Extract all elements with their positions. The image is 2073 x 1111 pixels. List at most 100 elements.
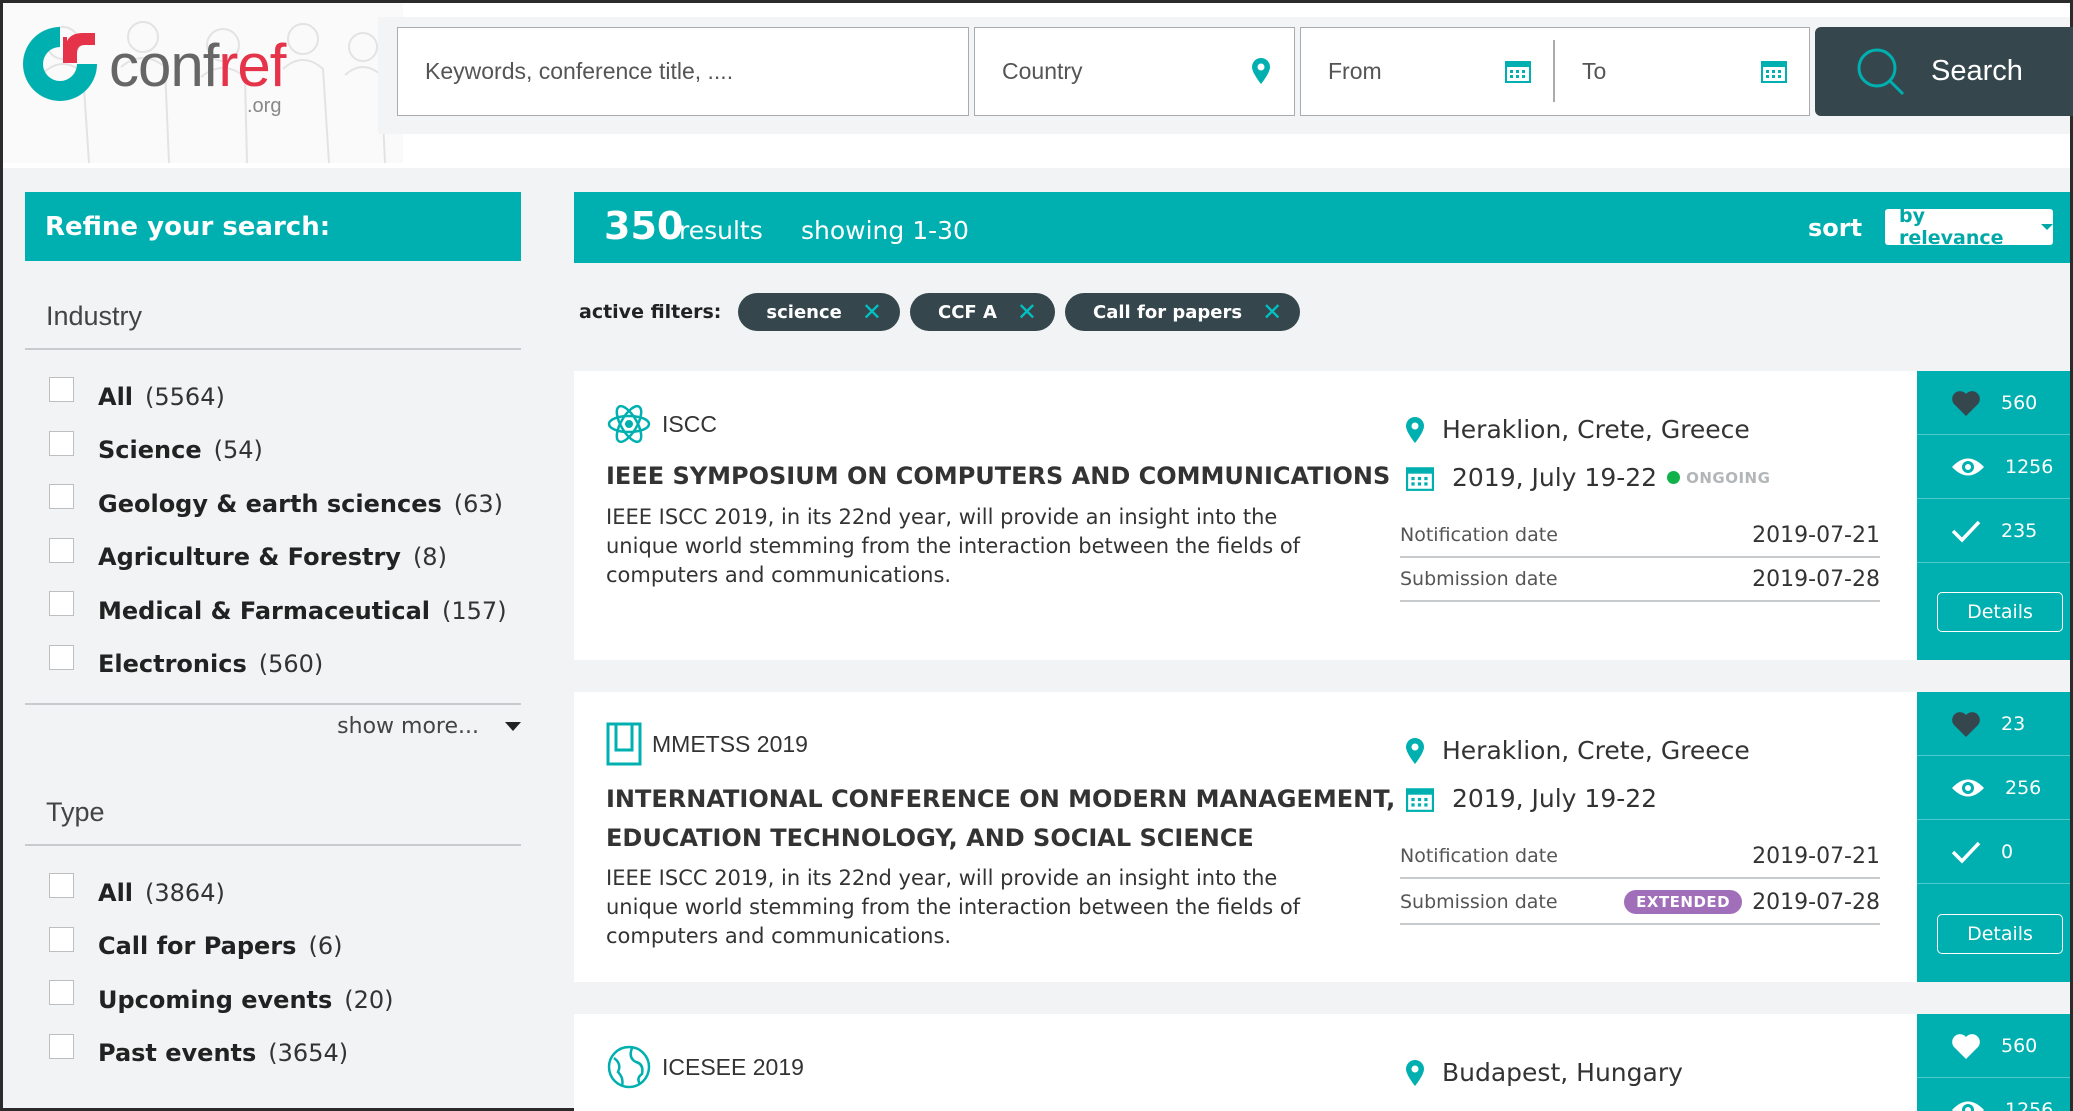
search-button-label: Search — [1931, 55, 2023, 87]
show-more-label: show more... — [337, 713, 479, 739]
card-stats: 560 1256 — [1917, 1014, 2070, 1111]
remove-filter-icon[interactable]: ✕ — [1262, 298, 1282, 326]
checkbox[interactable] — [49, 1033, 74, 1059]
eye-icon — [1952, 1101, 1984, 1111]
card-description: IEEE ISCC 2019, in its 22nd year, will p… — [606, 866, 1301, 948]
card-description: IEEE ISCC 2019, in its 22nd year, will p… — [606, 505, 1301, 587]
eye-icon — [1952, 779, 1984, 796]
keywords-placeholder: Keywords, conference title, .... — [425, 58, 734, 84]
search-button[interactable]: Search — [1815, 27, 2073, 116]
from-date-input[interactable]: From — [1301, 28, 1553, 114]
industry-option-agriculture[interactable]: Agriculture & Forestry (8) — [25, 531, 521, 585]
checks-stat: 0 — [1917, 820, 2070, 884]
from-placeholder: From — [1328, 57, 1382, 84]
results-range: showing 1-30 — [801, 216, 969, 245]
book-icon — [606, 722, 642, 766]
checkmark-icon — [1951, 520, 1981, 543]
status-badge: ONGOING — [1667, 469, 1770, 487]
card-acronym[interactable]: ISCC — [606, 401, 717, 447]
views-stat: 1256 — [1917, 1078, 2070, 1111]
active-filters-label: active filters: — [579, 301, 722, 323]
likes-stat[interactable]: 560 — [1917, 371, 2070, 435]
card-date: 2019, July 19-22 — [1406, 784, 1657, 813]
date-range-input: From To — [1300, 27, 1810, 116]
country-input[interactable]: Country — [974, 27, 1295, 116]
checkbox[interactable] — [49, 926, 74, 952]
likes-stat[interactable]: 560 — [1917, 1014, 2070, 1078]
header: confref .org Keywords, conference title,… — [3, 3, 2073, 168]
globe-icon — [607, 1045, 651, 1089]
checkbox[interactable] — [49, 873, 74, 899]
country-placeholder: Country — [1002, 58, 1083, 84]
heart-icon — [1952, 711, 1980, 737]
card-acronym[interactable]: ICESEE 2019 — [606, 1044, 804, 1090]
card-title[interactable]: IEEE SYMPOSIUM ON COMPUTERS AND COMMUNIC… — [606, 457, 1396, 496]
checkbox[interactable] — [49, 980, 74, 1006]
industry-option-all[interactable]: All (5564) — [25, 370, 521, 424]
views-stat: 1256 — [1917, 435, 2070, 499]
notification-date-row: Notification date 2019-07-21 — [1400, 835, 1880, 879]
card-location: Budapest, Hungary — [1406, 1058, 1683, 1087]
notification-date-row: Notification date 2019-07-21 — [1400, 514, 1880, 558]
caret-down-icon — [2041, 224, 2053, 230]
keywords-input[interactable]: Keywords, conference title, .... — [397, 27, 969, 116]
type-option-past[interactable]: Past events (3654) — [25, 1027, 521, 1081]
type-option-call-for-papers[interactable]: Call for Papers (6) — [25, 920, 521, 974]
checkbox[interactable] — [49, 644, 74, 670]
refine-sidebar: Refine your search: Industry All (5564) S… — [25, 192, 521, 1080]
checkbox[interactable] — [49, 430, 74, 456]
card-stats: 23 256 0 Details — [1917, 692, 2070, 982]
to-date-input[interactable]: To — [1555, 28, 1809, 114]
card-date: 2019, July 19-22 ONGOING — [1406, 463, 1770, 492]
logo-tld: .org — [247, 95, 282, 117]
extended-badge: EXTENDED — [1624, 890, 1743, 914]
location-pin-icon — [1406, 416, 1424, 443]
conference-card: ISCC IEEE SYMPOSIUM ON COMPUTERS AND COM… — [574, 371, 2070, 660]
checks-stat: 235 — [1917, 499, 2070, 563]
filter-chip-call-for-papers[interactable]: Call for papers ✕ — [1065, 293, 1301, 331]
likes-stat[interactable]: 23 — [1917, 692, 2070, 756]
eye-icon — [1952, 458, 1984, 475]
checkmark-icon — [1951, 841, 1981, 864]
submission-date-row: Submission date EXTENDED 2019-07-28 — [1400, 881, 1880, 925]
card-acronym[interactable]: MMETSS 2019 — [606, 722, 808, 766]
industry-option-science[interactable]: Science (54) — [25, 424, 521, 478]
details-button[interactable]: Details — [1937, 914, 2063, 954]
location-pin-icon — [1406, 1059, 1424, 1086]
card-title[interactable]: INTERNATIONAL CONFERENCE ON MODERN MANAG… — [606, 780, 1396, 858]
details-button[interactable]: Details — [1937, 592, 2063, 632]
results-count: 350 — [604, 204, 684, 248]
calendar-icon — [1505, 61, 1531, 83]
heart-icon — [1952, 1033, 1980, 1059]
type-option-upcoming[interactable]: Upcoming events (20) — [25, 973, 521, 1027]
industry-facet-list: All (5564) Science (54) Geology & earth sc… — [25, 350, 521, 691]
logo-wordmark: confref — [109, 32, 286, 99]
submission-date-row: Submission date 2019-07-28 — [1400, 558, 1880, 602]
checkbox[interactable] — [49, 591, 74, 617]
type-facet-list: All (3864) Call for Papers (6) Upcoming ev… — [25, 846, 521, 1080]
checkbox[interactable] — [49, 377, 74, 403]
checkbox[interactable] — [49, 484, 74, 510]
status-dot — [1667, 471, 1681, 484]
conference-card: ICESEE 2019 Budapest, Hungary 560 1256 — [574, 1014, 2070, 1111]
remove-filter-icon[interactable]: ✕ — [862, 298, 882, 326]
results-bar: 350 results showing 1-30 sort by relevan… — [574, 192, 2070, 263]
confref-logo[interactable]: confref .org — [19, 23, 309, 117]
calendar-icon — [1761, 61, 1787, 83]
type-option-all[interactable]: All (3864) — [25, 866, 521, 920]
industry-option-geology[interactable]: Geology & earth sciences (63) — [25, 477, 521, 531]
heart-icon — [1952, 390, 1980, 416]
card-stats: 560 1256 235 Details — [1917, 371, 2070, 660]
location-pin-icon — [1406, 737, 1424, 764]
confref-logo-mark — [23, 27, 97, 101]
show-more-link[interactable]: show more... — [25, 703, 521, 747]
sort-dropdown[interactable]: by relevance — [1885, 205, 2053, 249]
filter-chip-ccf-a[interactable]: CCF A ✕ — [910, 293, 1056, 331]
filter-chip-science[interactable]: science ✕ — [738, 293, 900, 331]
refine-heading: Refine your search: — [25, 192, 521, 261]
search-icon — [1857, 48, 1905, 95]
industry-option-medical[interactable]: Medical & Farmaceutical (157) — [25, 584, 521, 638]
remove-filter-icon[interactable]: ✕ — [1017, 298, 1037, 326]
industry-option-electronics[interactable]: Electronics (560) — [25, 638, 521, 692]
checkbox[interactable] — [49, 537, 74, 563]
